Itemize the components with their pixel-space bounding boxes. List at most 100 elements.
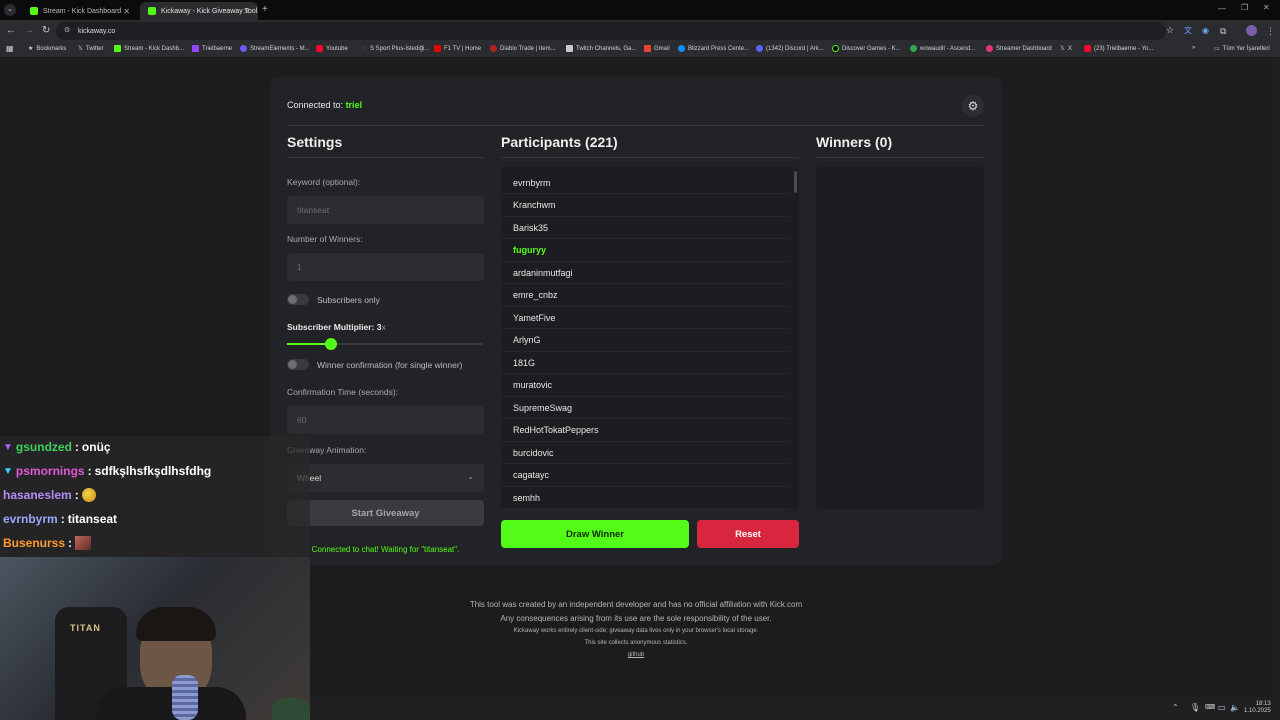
participant-row: Barisk35 (501, 217, 789, 239)
settings-gear-button[interactable]: ⚙ (962, 95, 984, 117)
address-bar[interactable]: ⚙ kickaway.co ☆ (56, 22, 1174, 40)
bookmark-item[interactable]: Streamer Dashboard (986, 45, 1052, 52)
tab-kickaway[interactable]: Kickaway - Kick Giveaway Tool ✕ (140, 2, 258, 20)
url-text: kickaway.co (78, 27, 116, 35)
chat-text: sdfkşlhsfkşdlhsfdhg (94, 464, 212, 478)
language-icon[interactable]: ⌨ (1205, 703, 1215, 711)
window-restore-icon[interactable]: ❐ (1241, 3, 1248, 12)
translate-icon[interactable]: 文 (1184, 24, 1192, 38)
bookmark-item[interactable]: (1342) Discord | Ark... (756, 45, 824, 52)
bookmarks-bar: ▦ ★ Bookmarks 𝕏 Twitter Stream - Kick Dash… (0, 42, 1280, 58)
start-giveaway-button[interactable]: Start Giveaway (287, 500, 484, 526)
plant-shape (272, 697, 310, 720)
bookmark-item[interactable]: Twitch Channels, Ga... (566, 45, 636, 52)
profile-avatar-icon[interactable] (1246, 25, 1257, 36)
participants-list[interactable]: evrnbyrm Kranchwm Barisk35 fuguryy ardaninmu… (501, 167, 799, 509)
tab-label: Stream - Kick Dashboard (43, 7, 122, 15)
winners-list (816, 167, 984, 509)
gear-icon: ⚙ (967, 99, 979, 113)
site-info-icon[interactable]: ⚙ (64, 26, 70, 34)
keyword-input[interactable]: titanseat (287, 196, 484, 224)
x-logo-icon: 𝕏 (1060, 46, 1065, 52)
os-taskbar: ⌃ 🎙 ⌨ ▭ 🔈 18:13 1.10.2025 (310, 697, 1280, 720)
youtube-icon (316, 45, 323, 52)
bookmarks-overflow-icon[interactable]: » (1192, 45, 1195, 51)
gem-badge-icon: ▼ (3, 441, 13, 453)
streamelements-icon (240, 45, 247, 52)
animation-select[interactable]: Wheel ⌄ (287, 464, 484, 492)
bookmark-item[interactable]: wowaudit - Ascend... (910, 45, 975, 52)
multiplier-slider-track[interactable] (287, 338, 483, 350)
subscribers-only-toggle[interactable] (287, 294, 309, 305)
tab-kick-dashboard[interactable]: Stream - Kick Dashboard ✕ (22, 2, 138, 20)
participant-row: 181G (501, 352, 789, 374)
kick-icon (832, 45, 839, 52)
extensions-puzzle-icon[interactable]: ⧉ (1220, 24, 1226, 38)
diablo-icon (490, 45, 497, 52)
bookmark-item[interactable]: (23) Trielbaerne - Yo... (1084, 45, 1153, 52)
kick-favicon-icon (30, 7, 38, 15)
extension-icon[interactable]: ◉ (1202, 24, 1209, 38)
close-tab-icon[interactable]: ✕ (243, 7, 250, 16)
apps-grid-icon[interactable]: ▦ (6, 44, 14, 53)
bookmark-item[interactable]: Diablo Trade | Item... (490, 45, 556, 52)
clock[interactable]: 18:13 1.10.2025 (1244, 701, 1271, 715)
bookmark-item[interactable]: Discover Games - K... (832, 45, 901, 52)
bookmark-item[interactable]: S Sport Plus-İstediği... (360, 45, 429, 52)
menu-kebab-icon[interactable]: ⋮ (1266, 24, 1275, 38)
participant-row: SupremeSwag (501, 397, 789, 419)
bookmark-item[interactable]: StreamElements - M... (240, 45, 310, 52)
participant-row: YametFive (501, 307, 789, 329)
chat-username: evrnbyrm (3, 512, 58, 526)
bookmark-item[interactable]: F1 TV | Home (434, 45, 481, 52)
wowaudit-icon (910, 45, 917, 52)
confirmation-time-input[interactable]: 60 (287, 406, 484, 434)
reset-button[interactable]: Reset (697, 520, 799, 548)
person-body-shape (96, 687, 246, 720)
new-tab-button[interactable]: + (262, 4, 268, 15)
close-tab-icon[interactable]: ✕ (123, 7, 130, 16)
back-icon[interactable]: ← (6, 24, 16, 38)
subscribers-only-label: Subscribers only (317, 295, 380, 305)
chat-username: psmornings (15, 464, 85, 478)
page-scrollbar[interactable] (1272, 58, 1280, 697)
chat-message: evrnbyrm : titanseat (3, 512, 118, 526)
winner-confirmation-toggle[interactable] (287, 359, 309, 370)
bookmark-star-icon[interactable]: ☆ (1166, 25, 1174, 36)
folder-icon: ▭ (1214, 46, 1220, 52)
discord-icon (756, 45, 763, 52)
all-bookmarks-folder[interactable]: ▭ Tüm Yer İşaretleri (1214, 45, 1270, 53)
chat-text: titanseat (67, 512, 118, 526)
forward-icon[interactable]: → (24, 24, 34, 38)
reload-icon[interactable]: ↻ (42, 24, 50, 38)
microphone-icon[interactable]: 🎙 (1190, 703, 1200, 712)
winners-count-label: Number of Winners: (287, 234, 363, 244)
window-minimize-icon[interactable]: — (1218, 4, 1226, 13)
multiplier-slider-thumb[interactable] (324, 338, 337, 350)
bookmark-item[interactable]: Trielbaerne (192, 45, 232, 52)
window-close-icon[interactable]: ✕ (1263, 3, 1270, 12)
subscriber-multiplier-label: Subscriber Multiplier: 3x (287, 322, 386, 332)
emote-icon (81, 488, 96, 502)
bookmark-item[interactable]: ★ Bookmarks (28, 45, 66, 53)
winners-title: Winners (0) (816, 134, 893, 150)
participant-row: ardaninmutfagi (501, 262, 789, 284)
tray-chevron-icon[interactable]: ⌃ (1172, 703, 1179, 712)
bookmark-item[interactable]: 𝕏 Twitter (78, 45, 104, 53)
volume-icon[interactable]: 🔈 (1230, 703, 1240, 712)
chat-username: Busenurss (3, 536, 66, 550)
winners-count-input[interactable]: 1 (287, 253, 484, 281)
stream-chat-overlay: ▼ gsundzed : onüç ▼ psmornings : sdfkşlh… (0, 436, 310, 558)
tab-search-button[interactable]: ⌄ (4, 4, 16, 16)
network-icon[interactable]: ▭ (1218, 703, 1226, 712)
bookmark-item[interactable]: 𝕏X (1060, 45, 1072, 53)
bookmark-item[interactable]: Blizzard Press Cente... (678, 45, 749, 52)
kick-icon (114, 45, 121, 52)
draw-winner-button[interactable]: Draw Winner (501, 520, 689, 548)
bookmark-item[interactable]: Gmail (644, 45, 670, 52)
chat-text: onüç (81, 440, 111, 454)
participant-row: Kranchwm (501, 195, 789, 217)
bookmark-item[interactable]: Stream - Kick Dashb... (114, 45, 184, 52)
bookmark-item[interactable]: Youtube (316, 45, 348, 52)
participants-scrollbar[interactable] (794, 171, 797, 193)
